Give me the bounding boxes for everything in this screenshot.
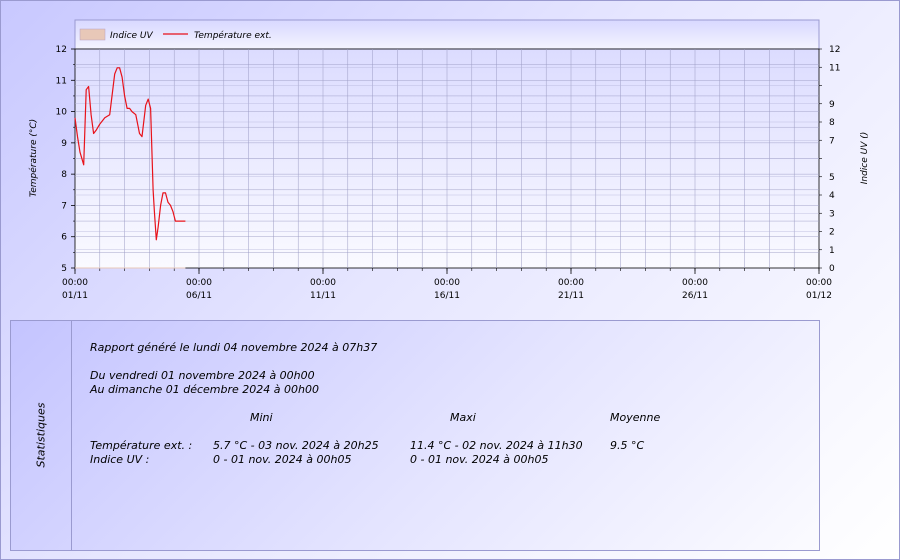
row-temp-min: 5.7 °C - 03 nov. 2024 à 20h25 (213, 439, 379, 452)
y-right-tick-label: 5 (829, 173, 835, 183)
x-tick-label-time: 00:00 (806, 278, 832, 288)
x-tick-label-date: 06/11 (186, 291, 212, 301)
x-tick-label-time: 00:00 (310, 278, 336, 288)
y-right-tick-label: 2 (829, 228, 835, 238)
row-uv-max: 0 - 01 nov. 2024 à 00h05 (410, 453, 549, 466)
x-tick-label-date: 21/11 (558, 291, 584, 301)
x-tick-label-date: 11/11 (310, 291, 336, 301)
x-tick-label-time: 00:00 (62, 278, 88, 288)
row-temp-max: 11.4 °C - 02 nov. 2024 à 11h30 (410, 439, 583, 452)
y-right-tick-label: 8 (829, 118, 835, 128)
x-tick-label-time: 00:00 (186, 278, 212, 288)
legend-label-uv: Indice UV (110, 31, 154, 41)
header-min: Mini (250, 411, 273, 424)
x-tick-label-date: 16/11 (434, 291, 460, 301)
statistics-sidebar: Statistiques (11, 321, 72, 550)
y-axis-left-title: Température (°C) (28, 119, 39, 197)
header-max: Maxi (450, 411, 476, 424)
y-left-tick-label: 9 (61, 139, 67, 149)
y-left-tick-label: 6 (61, 233, 67, 243)
y-left-tick-label: 11 (56, 76, 67, 86)
report-period-to: Au dimanche 01 décembre 2024 à 00h00 (90, 383, 319, 396)
row-temp-label: Température ext. : (90, 439, 193, 452)
legend-label-temp: Température ext. (194, 30, 272, 41)
y-right-tick-label: 0 (829, 264, 835, 274)
report-period-from: Du vendredi 01 novembre 2024 à 00h00 (90, 369, 315, 382)
header-avg: Moyenne (610, 411, 661, 424)
y-right-tick-label: 9 (829, 100, 835, 110)
y-right-tick-label: 3 (829, 209, 835, 219)
y-right-tick-label: 4 (829, 191, 835, 201)
statistics-side-label: Statistiques (34, 402, 48, 468)
y-left-tick-label: 10 (56, 108, 68, 118)
y-left-tick-label: 8 (61, 170, 67, 180)
y-left-tick-label: 5 (61, 264, 67, 274)
x-tick-label-time: 00:00 (558, 278, 584, 288)
x-tick-label-time: 00:00 (682, 278, 708, 288)
x-tick-label-date: 01/12 (806, 291, 832, 301)
temperature-uv-chart: Indice UV Température ext. 5678910111201… (28, 19, 870, 301)
x-tick-label-date: 26/11 (682, 291, 708, 301)
y-right-tick-label: 12 (829, 45, 840, 55)
statistics-panel: Statistiques Rapport généré le lundi 04 … (10, 320, 820, 551)
row-temp-avg: 9.5 °C (610, 439, 645, 452)
y-axis-right-title: Indice UV () (860, 132, 870, 185)
y-left-tick-label: 12 (56, 45, 67, 55)
report-generated-text: Rapport généré le lundi 04 novembre 2024… (90, 341, 378, 354)
x-tick-label-time: 00:00 (434, 278, 460, 288)
y-right-tick-label: 11 (829, 63, 840, 73)
row-uv-label: Indice UV : (90, 453, 150, 466)
y-right-tick-label: 7 (829, 136, 835, 146)
x-tick-label-date: 01/11 (62, 291, 88, 301)
y-left-tick-label: 7 (61, 201, 67, 211)
legend-swatch-uv (79, 28, 106, 41)
row-uv-min: 0 - 01 nov. 2024 à 00h05 (213, 453, 352, 466)
y-right-tick-label: 1 (829, 246, 835, 256)
